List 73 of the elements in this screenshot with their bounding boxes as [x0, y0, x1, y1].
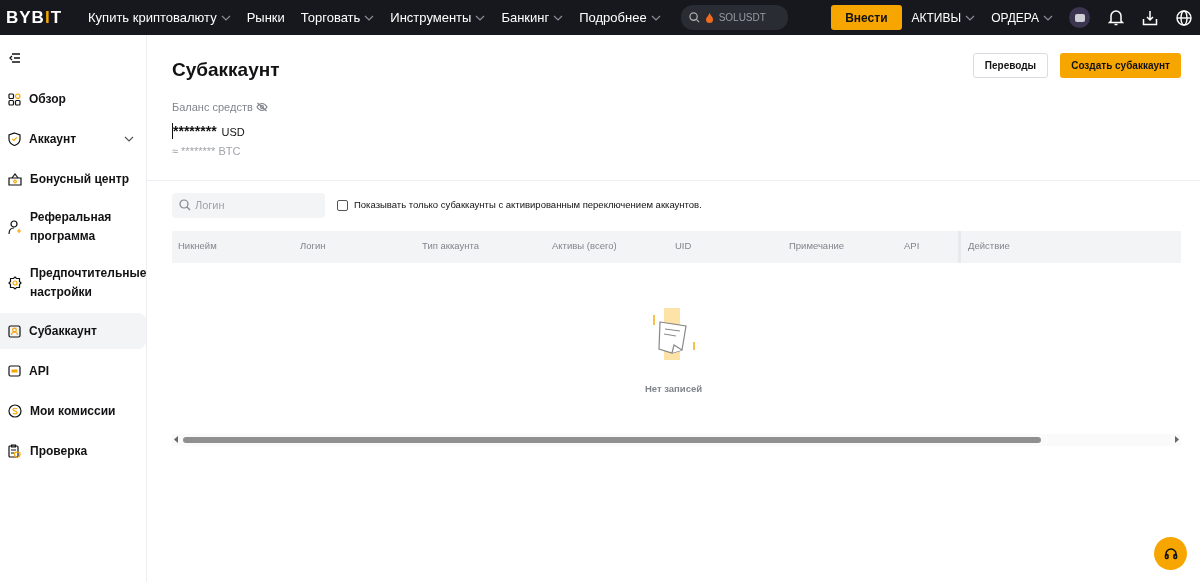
chevron-down-icon — [1043, 14, 1053, 21]
api-icon — [8, 365, 21, 377]
chevron-down-icon — [553, 14, 564, 21]
gear-icon — [8, 276, 22, 290]
collapse-menu-icon[interactable] — [9, 53, 20, 63]
sidebar-item[interactable]: Бонусный центр — [0, 161, 146, 197]
nav-menu[interactable]: ОРДЕРА — [991, 8, 1053, 27]
nav-menu[interactable]: Инструменты — [390, 7, 486, 28]
clipboard-icon — [8, 444, 22, 458]
search-field[interactable]: SOLUSDT — [680, 5, 788, 30]
balance-label: Баланс средств — [172, 99, 253, 115]
create-subaccount-button[interactable]: Создать субаккаунт — [1060, 53, 1181, 78]
empty-message: Нет записей — [644, 381, 703, 396]
search-icon — [179, 199, 191, 211]
transfers-button[interactable]: Переводы — [972, 53, 1049, 78]
chevron-down-icon — [965, 14, 976, 21]
chevron-down-icon — [650, 14, 661, 21]
page-title: Субаккаунт — [172, 58, 280, 82]
flame-icon — [705, 12, 713, 23]
nav-menu[interactable]: Подробнее — [579, 7, 661, 28]
user-plus-icon — [8, 219, 22, 235]
user-card-icon — [8, 324, 21, 338]
column-header: UID — [675, 239, 692, 254]
sidebar-item[interactable]: Мои комиссии — [0, 393, 146, 429]
search-placeholder: SOLUSDT — [718, 11, 766, 25]
nav-menu[interactable]: Торговать — [300, 7, 375, 28]
chevron-down-icon — [220, 14, 231, 21]
globe-icon[interactable] — [1176, 9, 1192, 26]
scroll-right-icon[interactable] — [1174, 436, 1179, 444]
column-header: Тип аккаунта — [422, 239, 479, 254]
column-header: Примечание — [789, 239, 844, 254]
sidebar-item[interactable]: Обзор — [0, 81, 146, 117]
column-header: Логин — [300, 239, 326, 254]
gift-icon — [8, 172, 22, 186]
nav-menu[interactable]: Рынки — [246, 7, 285, 28]
sidebar-item[interactable]: Предпочтительные настройки — [0, 257, 146, 309]
nav-menu[interactable]: Банкинг — [501, 7, 564, 28]
deposit-button[interactable]: Внести — [831, 5, 902, 30]
empty-note-drawing — [650, 307, 697, 360]
nav-menu[interactable]: Купить криптовалюту — [88, 7, 231, 28]
nav-menu[interactable]: АКТИВЫ — [911, 8, 976, 27]
balance-amount: ******** — [173, 123, 217, 139]
avatar[interactable] — [1069, 7, 1090, 28]
column-header: Действие — [968, 239, 1010, 254]
checkbox-label: Показывать только субаккаунты с активированным переключением аккаунтов. — [354, 197, 702, 212]
bell-icon[interactable] — [1108, 9, 1124, 26]
checkbox[interactable] — [337, 199, 348, 211]
eye-off-icon[interactable] — [255, 101, 268, 112]
sidebar-item[interactable]: Субаккаунт — [0, 313, 146, 349]
sidebar-item[interactable]: Реферальная программа — [0, 201, 146, 253]
scrollbar-thumb[interactable] — [183, 436, 1041, 443]
column-header: API — [904, 239, 920, 254]
search-placeholder: Логин — [195, 197, 225, 213]
coin-icon — [8, 404, 22, 418]
column-header: Никнейм — [178, 239, 217, 254]
search-icon — [688, 12, 700, 23]
sidebar-item[interactable]: Аккаунт — [0, 121, 146, 157]
chevron-down-icon — [124, 136, 134, 142]
sidebar-item[interactable]: API — [0, 353, 146, 389]
support-button[interactable] — [1154, 537, 1187, 570]
horizontal-scrollbar[interactable] — [172, 433, 1181, 446]
shield-icon — [8, 132, 21, 146]
balance-currency: USD — [221, 125, 245, 139]
scroll-left-icon[interactable] — [174, 436, 179, 444]
balance-btc: ≈ ******** BTC — [172, 144, 242, 159]
logo[interactable]: BYBIT — [6, 4, 63, 31]
grid-icon — [8, 92, 21, 106]
chevron-down-icon — [364, 14, 375, 21]
chevron-down-icon — [475, 14, 486, 21]
headset-icon — [1163, 546, 1178, 561]
sidebar-item[interactable]: Проверка — [0, 433, 146, 469]
download-icon[interactable] — [1142, 9, 1158, 26]
column-header: Активы (всего) — [552, 239, 617, 254]
